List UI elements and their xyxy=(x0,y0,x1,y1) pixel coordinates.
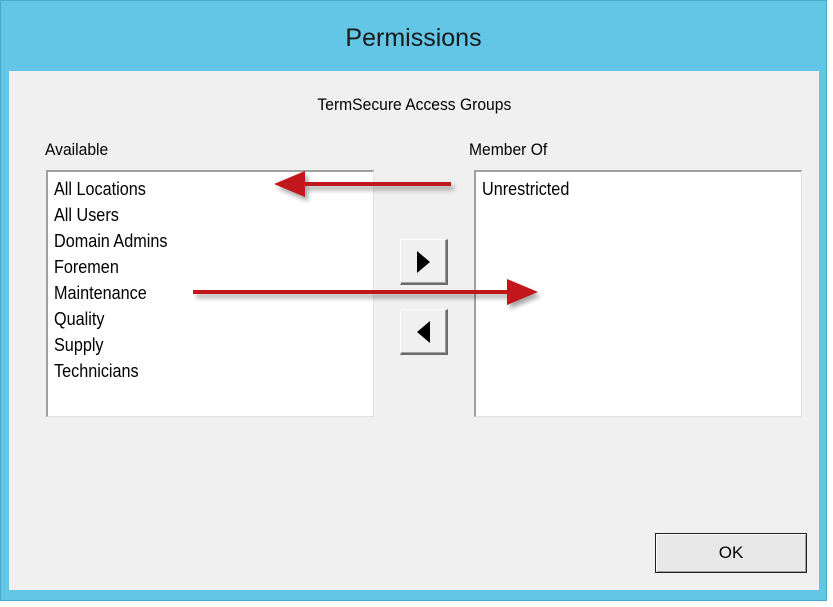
triangle-left-icon xyxy=(417,320,430,343)
member-of-label: Member Of xyxy=(469,140,548,159)
available-label: Available xyxy=(45,140,109,159)
member-of-listbox[interactable]: Unrestricted xyxy=(474,170,802,417)
available-listbox[interactable]: All Locations All Users Domain Admins Fo… xyxy=(46,170,374,417)
title-bar[interactable]: Permissions xyxy=(1,1,826,79)
window-title: Permissions xyxy=(345,23,482,52)
list-item[interactable]: Technicians xyxy=(54,358,341,384)
triangle-right-icon xyxy=(417,250,430,273)
list-item[interactable]: Foremen xyxy=(54,254,341,280)
list-item[interactable]: Quality xyxy=(54,306,341,332)
list-item[interactable]: Unrestricted xyxy=(482,176,769,202)
list-item[interactable]: All Users xyxy=(54,202,341,228)
ok-button[interactable]: OK xyxy=(655,533,807,573)
access-groups-heading: TermSecure Access Groups xyxy=(317,95,511,114)
list-item[interactable]: Supply xyxy=(54,332,341,358)
remove-from-member-button[interactable] xyxy=(400,309,448,355)
dialog-body: TermSecure Access Groups Available Membe… xyxy=(9,71,819,590)
list-item[interactable]: Maintenance xyxy=(54,280,341,306)
list-item[interactable]: Domain Admins xyxy=(54,228,341,254)
list-item[interactable]: All Locations xyxy=(54,176,341,202)
add-to-member-button[interactable] xyxy=(400,239,448,285)
permissions-window: Permissions TermSecure Access Groups Ava… xyxy=(0,0,827,601)
